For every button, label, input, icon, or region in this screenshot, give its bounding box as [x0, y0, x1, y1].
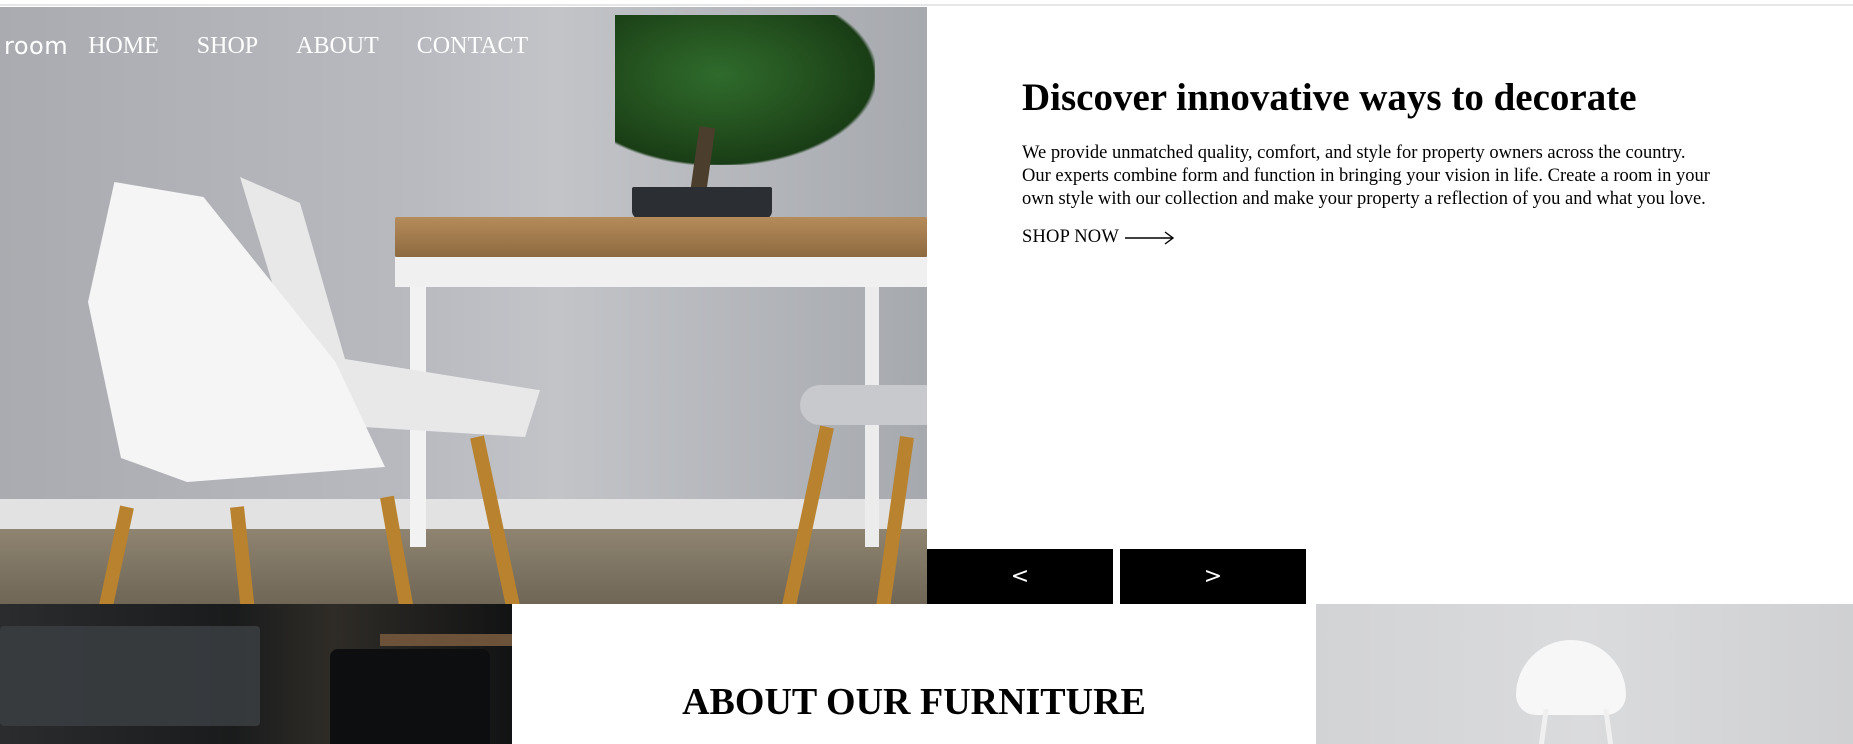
baseboard — [0, 499, 927, 529]
chair — [800, 385, 927, 425]
bonsai-pot — [632, 187, 772, 219]
arrow-right-icon — [1125, 230, 1175, 245]
about-section: ABOUT OUR FURNITURE — [512, 604, 1316, 744]
slider-prev-button[interactable]: < — [927, 549, 1113, 604]
hero-image — [0, 7, 927, 604]
nav-link-contact[interactable]: CONTACT — [417, 33, 528, 60]
nav-link-shop[interactable]: SHOP — [197, 33, 258, 60]
about-image-white-chair — [1316, 604, 1853, 744]
wood-panel — [380, 634, 512, 646]
slider-next-button[interactable]: > — [1120, 549, 1306, 604]
about-title: ABOUT OUR FURNITURE — [682, 681, 1146, 723]
bonsai-foliage — [615, 15, 875, 165]
hero-description: We provide unmatched quality, comfort, a… — [1022, 143, 1710, 209]
top-border — [0, 0, 1853, 6]
logo[interactable]: room — [4, 32, 68, 60]
hero-content: Discover innovative ways to decorate We … — [1022, 75, 1712, 248]
chair-leg — [1603, 708, 1614, 744]
shop-now-link[interactable]: SHOP NOW — [1022, 227, 1175, 248]
chair — [330, 649, 490, 744]
main-nav: room HOME SHOP ABOUT CONTACT — [0, 26, 528, 66]
hero-title: Discover innovative ways to decorate — [1022, 76, 1637, 119]
shop-now-label: SHOP NOW — [1022, 227, 1120, 247]
bed — [0, 626, 260, 726]
chair-seat — [1516, 640, 1626, 715]
table-top — [395, 217, 927, 257]
about-image-dark-room — [0, 604, 512, 744]
nav-link-about[interactable]: ABOUT — [296, 33, 379, 60]
table-apron — [395, 257, 927, 287]
nav-link-home[interactable]: HOME — [88, 33, 159, 60]
